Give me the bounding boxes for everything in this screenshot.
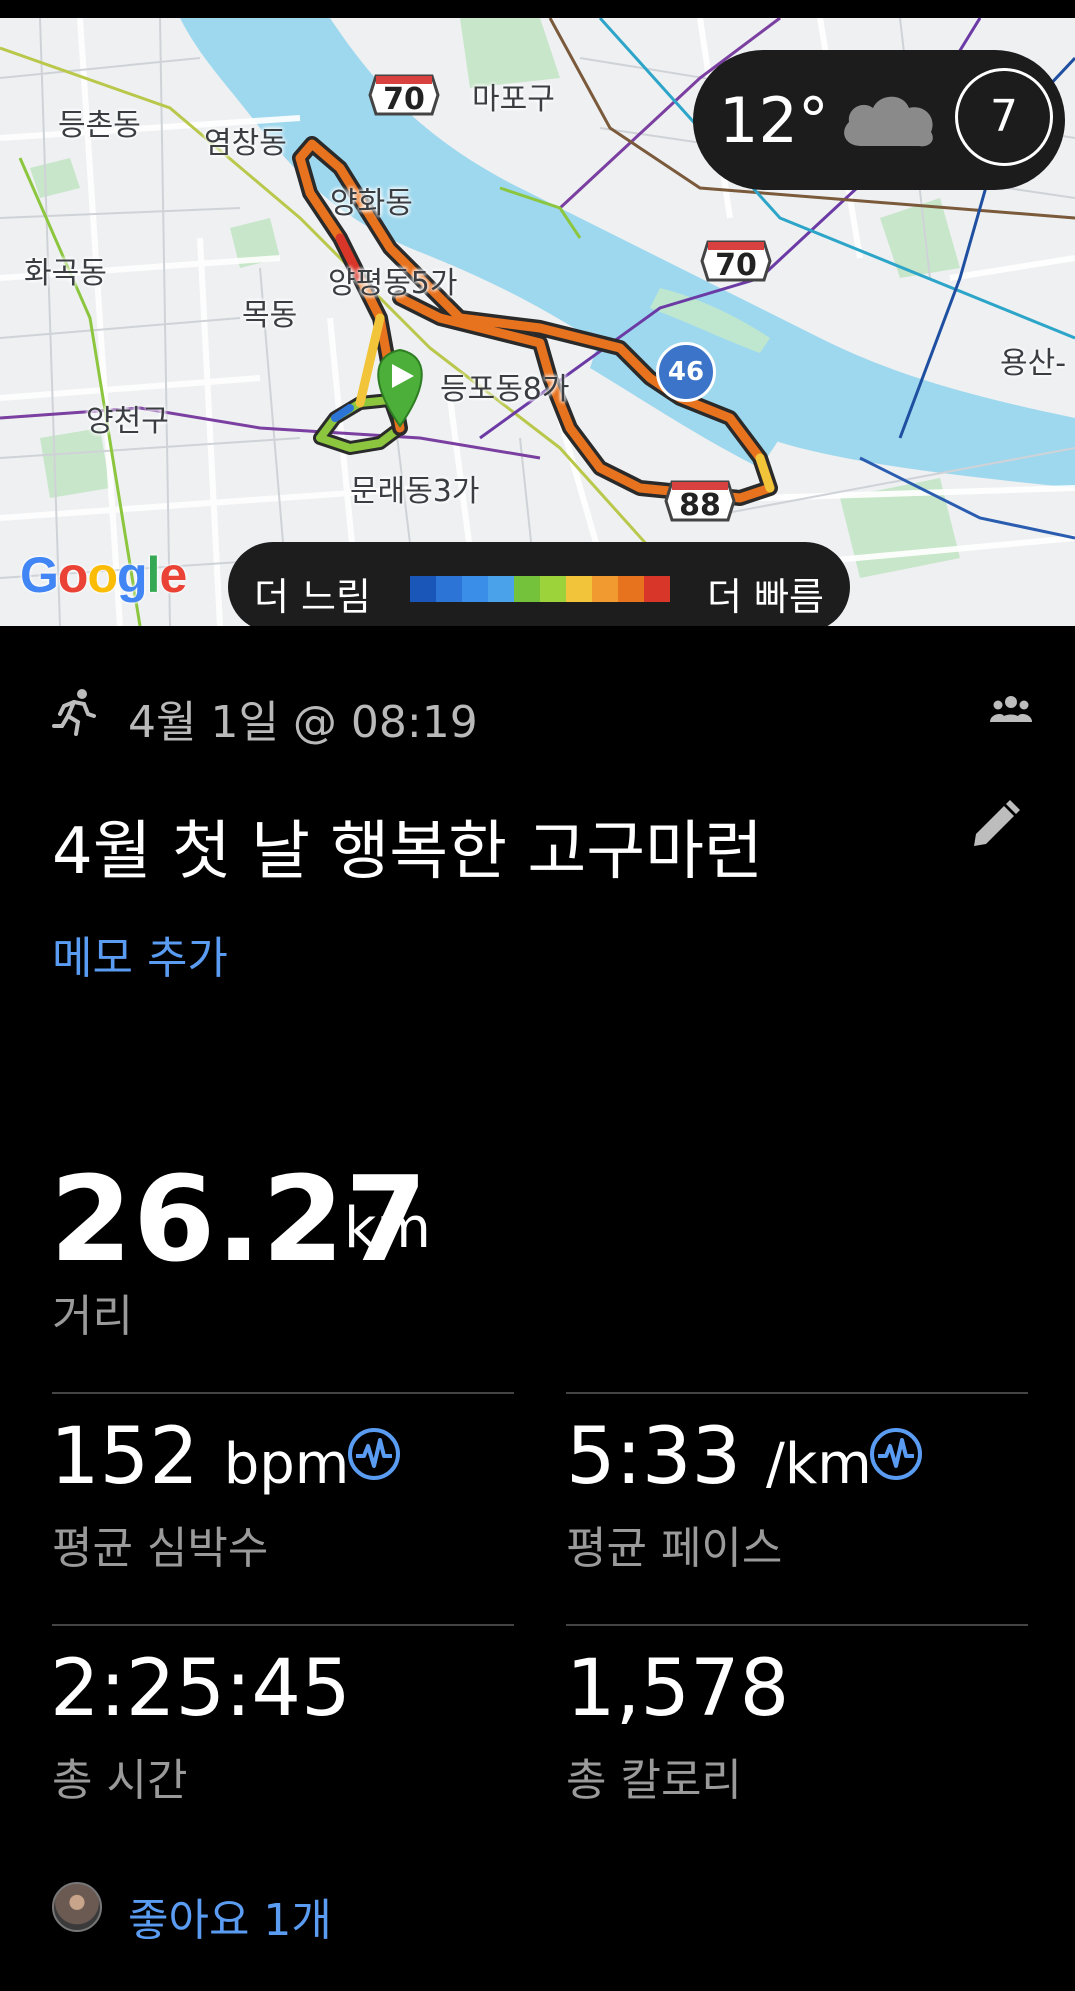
total-time-label: 총 시간 <box>52 1755 188 1806</box>
heart-rate-value: 152 bpm <box>50 1412 350 1502</box>
map-label-dangsan: 등포동8가 <box>440 372 570 407</box>
activity-meta: 4월 1일 @ 08:19 <box>52 680 1032 748</box>
stats-divider <box>566 1392 1028 1394</box>
stats-divider <box>566 1624 1028 1626</box>
cloud-icon <box>844 96 933 147</box>
map-label-yongsan: 용산- <box>1000 346 1067 381</box>
likes-count[interactable]: 좋아요 1개 <box>128 1884 332 1948</box>
map-label-hwagok: 화곡동 <box>24 256 107 291</box>
heart-rate-graph-icon[interactable] <box>346 1426 402 1482</box>
pace-label: 평균 페이스 <box>566 1523 783 1574</box>
stats-divider <box>52 1392 514 1394</box>
total-time-value: 2:25:45 <box>50 1644 351 1734</box>
highway-shield-70: 70 <box>700 236 772 286</box>
start-pin <box>377 348 423 428</box>
heart-rate-unit: bpm <box>223 1432 350 1497</box>
pace-graph-icon[interactable] <box>868 1426 924 1482</box>
running-icon <box>52 689 96 736</box>
highway-shield-88: 88 <box>664 476 736 526</box>
distance-label: 거리 <box>52 1291 133 1342</box>
stats-divider <box>52 1624 514 1626</box>
pace-value: 5:33 /km <box>566 1412 872 1502</box>
group-icon[interactable] <box>990 694 1032 724</box>
highway-shield-70: 70 <box>368 70 440 120</box>
edit-pencil-icon[interactable] <box>966 798 1022 854</box>
weather-widget: 12° 7 <box>693 50 1065 190</box>
add-memo-link[interactable]: 메모 추가 <box>52 922 228 986</box>
map-label-mok: 목동 <box>242 298 298 333</box>
distance-unit: km <box>344 1196 431 1261</box>
speed-gradient-bar <box>410 576 670 602</box>
map-label-yangcheon: 양천구 <box>86 404 169 439</box>
total-calories-label: 총 칼로리 <box>566 1755 742 1806</box>
total-calories-value: 1,578 <box>566 1644 790 1734</box>
activity-title: 4월 첫 날 행복한 고구마런 <box>52 815 763 889</box>
avatar <box>52 1882 102 1932</box>
speed-legend: 더 느림 더 빠름 <box>228 542 850 626</box>
map-label-yanghwa: 양화동 <box>330 186 413 221</box>
activity-date: 4월 1일 @ 08:19 <box>128 697 478 748</box>
heart-rate-label: 평균 심박수 <box>52 1523 269 1574</box>
temperature: 12° <box>719 84 829 157</box>
legend-fast-label: 더 빠름 <box>707 575 824 619</box>
map-label-deungchon: 등촌동 <box>58 108 141 143</box>
pace-unit: /km <box>765 1432 872 1497</box>
map-label-mapo: 마포구 <box>472 82 555 117</box>
route-map[interactable]: 등촌동 염창동 마포구 양화동 화곡동 목동 양평동5가 등포동8가 양천구 문… <box>0 18 1075 626</box>
likes-row[interactable]: 좋아요 1개 <box>52 1882 752 1946</box>
weather-badge: 7 <box>955 68 1053 166</box>
map-label-mullae: 문래동3가 <box>350 474 480 509</box>
route-badge-46: 46 <box>656 342 716 402</box>
google-logo: Google <box>20 547 187 603</box>
legend-slow-label: 더 느림 <box>254 575 371 619</box>
map-label-yeomchang: 염창동 <box>204 126 287 161</box>
map-label-yangpyeong: 양평동5가 <box>328 266 458 301</box>
